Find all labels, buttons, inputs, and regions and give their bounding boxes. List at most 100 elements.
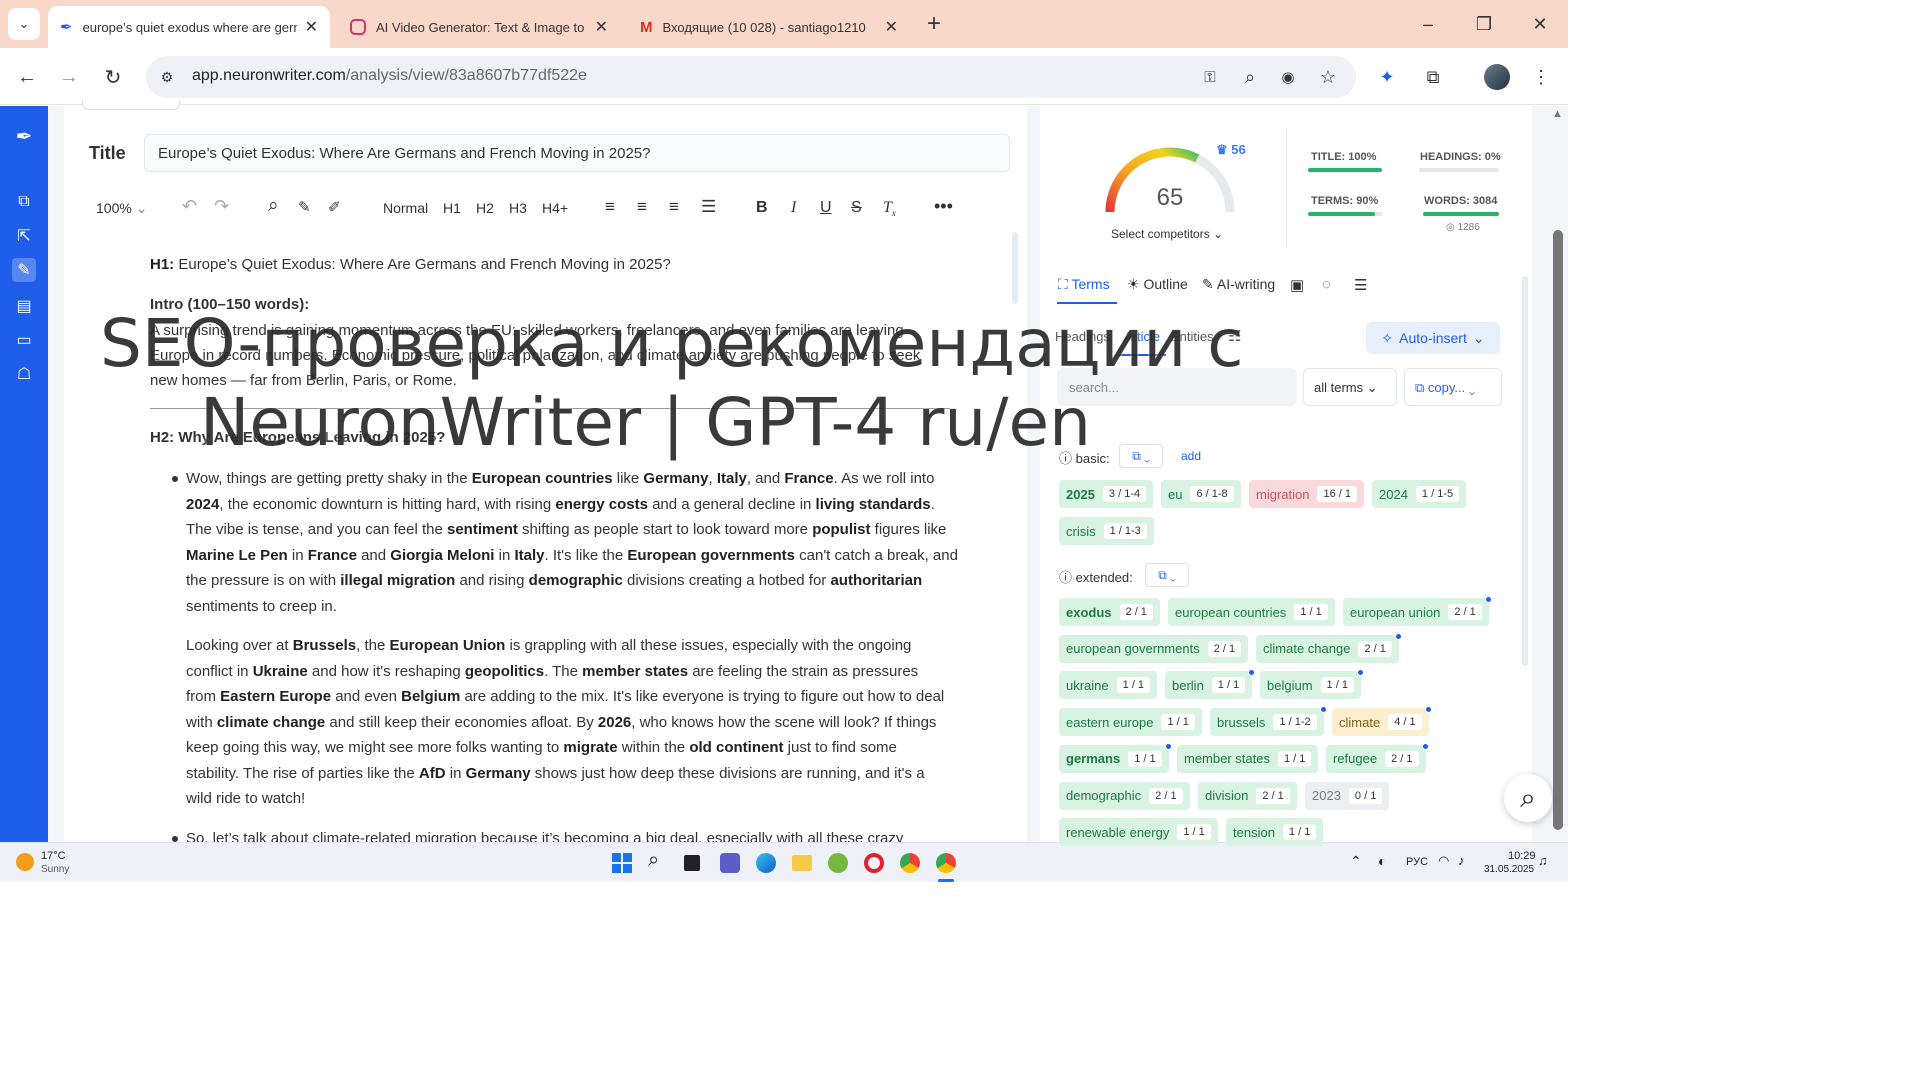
avatar[interactable] <box>1484 64 1510 90</box>
term-chip[interactable]: ukraine 1 / 1 <box>1059 671 1158 700</box>
new-tab-button[interactable]: + <box>920 10 948 38</box>
chat-icon[interactable]: ◌ <box>1322 276 1331 293</box>
paragraph-1[interactable]: Wow, things are getting pretty shaky in … <box>186 466 966 619</box>
more-icon[interactable]: ••• <box>934 196 953 217</box>
tray-app-icon[interactable]: ◐ <box>1378 853 1386 869</box>
help-search-icon[interactable]: ⌕ <box>1504 774 1552 822</box>
tab-gmail[interactable]: M Входящие (10 028) - santiago1210 ✕ <box>628 6 910 48</box>
id-card-icon[interactable]: ▭ <box>12 328 36 352</box>
term-chip[interactable]: eu 6 / 1-8 <box>1161 480 1241 508</box>
restore-icon[interactable]: ❐ <box>1470 10 1498 38</box>
tray-chevron-icon[interactable]: ⌃ <box>1350 853 1362 870</box>
weather-temp[interactable]: 17°C <box>41 850 66 862</box>
page-scrollbar-thumb[interactable] <box>1553 230 1563 830</box>
align-right-icon[interactable]: ≡ <box>669 197 679 217</box>
term-chip[interactable]: exodus 2 / 1 <box>1059 598 1160 626</box>
terms-filter-select[interactable]: all terms ⌄ <box>1303 368 1397 406</box>
align-left-icon[interactable]: ≡ <box>605 197 615 217</box>
basic-copy-dropdown[interactable]: ⧉ ⌄ <box>1119 444 1163 468</box>
key-icon[interactable]: ⚿ <box>1198 65 1222 89</box>
style-h1-button[interactable]: H1 <box>443 200 461 216</box>
term-chip[interactable]: brussels 1 / 1-2 <box>1210 706 1327 737</box>
align-justify-icon[interactable]: ☰ <box>701 197 716 217</box>
chrome-icon[interactable] <box>900 853 920 873</box>
doc-h1-line[interactable]: H1: Europe’s Quiet Exodus: Where Are Ger… <box>150 252 671 278</box>
extensions-puzzle-icon[interactable]: ⧉ <box>1420 64 1446 90</box>
file-explorer-icon[interactable] <box>792 855 812 871</box>
style-normal-button[interactable]: Normal <box>383 200 428 216</box>
export-icon[interactable]: ⇱ <box>12 224 36 248</box>
term-chip[interactable]: division 2 / 1 <box>1198 781 1297 810</box>
term-chip[interactable]: climate 4 / 1 <box>1332 706 1432 737</box>
back-icon[interactable]: ← <box>14 64 40 90</box>
underline-icon[interactable]: U <box>820 199 832 217</box>
term-chip[interactable]: berlin 1 / 1 <box>1165 669 1256 700</box>
italic-icon[interactable]: I <box>791 199 796 217</box>
utorrent-icon[interactable] <box>828 853 848 873</box>
chrome-active-icon[interactable] <box>936 853 956 873</box>
auto-insert-button[interactable]: ✧ Auto-insert ⌄ <box>1366 322 1500 354</box>
opera-icon[interactable] <box>864 853 884 873</box>
image-icon[interactable]: ▣ <box>1290 276 1304 294</box>
tab-outline[interactable]: ☀ Outline <box>1127 276 1188 293</box>
strikethrough-icon[interactable]: S <box>851 199 862 217</box>
wifi-icon[interactable]: ◠ <box>1438 853 1449 869</box>
zoom-select[interactable]: 100% ⌄ <box>96 200 147 217</box>
term-chip[interactable]: belgium 1 / 1 <box>1260 669 1364 700</box>
tab-ai-writing[interactable]: ✎ AI-writing <box>1202 276 1275 293</box>
task-view-icon[interactable] <box>684 855 700 871</box>
search-icon[interactable]: ⌕ <box>268 195 279 217</box>
tab-ai-video[interactable]: AI Video Generator: Text & Image to Vide… <box>338 6 620 48</box>
align-center-icon[interactable]: ≡ <box>637 197 647 217</box>
term-chip[interactable]: climate change 2 / 1 <box>1256 632 1402 663</box>
editor-scrollbar[interactable] <box>1012 232 1018 304</box>
style-h3-button[interactable]: H3 <box>509 200 527 216</box>
edge-icon[interactable] <box>756 853 776 873</box>
close-icon[interactable]: ✕ <box>305 17 318 37</box>
reload-icon[interactable]: ↻ <box>100 64 126 90</box>
term-chip[interactable]: migration 16 / 1 <box>1249 480 1364 508</box>
projects-icon[interactable]: ⧉ <box>12 190 36 214</box>
address-bar[interactable]: ⚙ app.neuronwriter.com/analysis/view/83a… <box>146 56 1356 98</box>
notification-bell-icon[interactable]: ♫ <box>1538 853 1548 868</box>
clock-time[interactable]: 10:29 <box>1508 850 1536 862</box>
forward-icon[interactable]: → <box>56 64 82 90</box>
language-indicator[interactable]: РУС <box>1406 856 1428 868</box>
minimize-icon[interactable]: – <box>1414 10 1442 38</box>
list-icon[interactable]: ☰ <box>1354 276 1367 294</box>
scroll-up-icon[interactable]: ▲ <box>1552 108 1563 120</box>
bookmark-star-icon[interactable]: ☆ <box>1316 65 1340 89</box>
extended-copy-dropdown[interactable]: ⧉ ⌄ <box>1145 563 1189 587</box>
term-chip[interactable]: 2024 1 / 1-5 <box>1372 480 1467 508</box>
close-icon[interactable]: ✕ <box>595 17 608 37</box>
term-chip[interactable]: member states 1 / 1 <box>1177 744 1319 773</box>
clear-format-icon[interactable]: Tx <box>883 199 896 218</box>
tab-terms[interactable]: ⛶ Terms <box>1058 276 1110 293</box>
editor-icon[interactable]: ✎ <box>12 258 36 282</box>
robot-icon[interactable]: ☖ <box>12 362 36 386</box>
zoom-icon[interactable]: ⌕ <box>1238 65 1262 89</box>
term-chip[interactable]: 2023 0 / 1 <box>1305 781 1390 810</box>
panel-scrollbar[interactable] <box>1522 276 1528 666</box>
teams-icon[interactable] <box>720 853 740 873</box>
bold-icon[interactable]: B <box>756 199 768 217</box>
select-competitors[interactable]: Select competitors ⌄ <box>1111 227 1223 241</box>
term-chip[interactable]: germans 1 / 1 <box>1059 742 1172 773</box>
term-chip[interactable]: renewable energy 1 / 1 <box>1059 818 1218 847</box>
tab-search-chevron-icon[interactable]: ⌄ <box>8 8 40 40</box>
redo-icon[interactable]: ↷ <box>214 196 229 217</box>
clock-date[interactable]: 31.05.2025 <box>1484 864 1534 875</box>
eye-off-icon[interactable]: ◉ <box>1276 65 1300 89</box>
close-icon[interactable]: ✕ <box>885 17 898 37</box>
term-chip[interactable]: demographic 2 / 1 <box>1059 781 1190 810</box>
add-term-link[interactable]: add <box>1181 449 1201 463</box>
extension-icon[interactable]: ✦ <box>1374 64 1400 90</box>
paragraph-2[interactable]: Looking over at Brussels, the European U… <box>186 633 966 812</box>
volume-icon[interactable]: ♪ <box>1458 853 1465 868</box>
term-chip[interactable]: european countries 1 / 1 <box>1168 598 1335 626</box>
neuronwriter-logo-icon[interactable]: ✒ <box>12 124 36 148</box>
highlight-pen-icon[interactable]: ✎ <box>298 198 311 216</box>
taskbar-search-icon[interactable]: ⌕ <box>648 849 659 872</box>
term-chip[interactable]: eastern europe 1 / 1 <box>1059 708 1202 737</box>
term-chip[interactable]: refugee 2 / 1 <box>1326 742 1429 773</box>
